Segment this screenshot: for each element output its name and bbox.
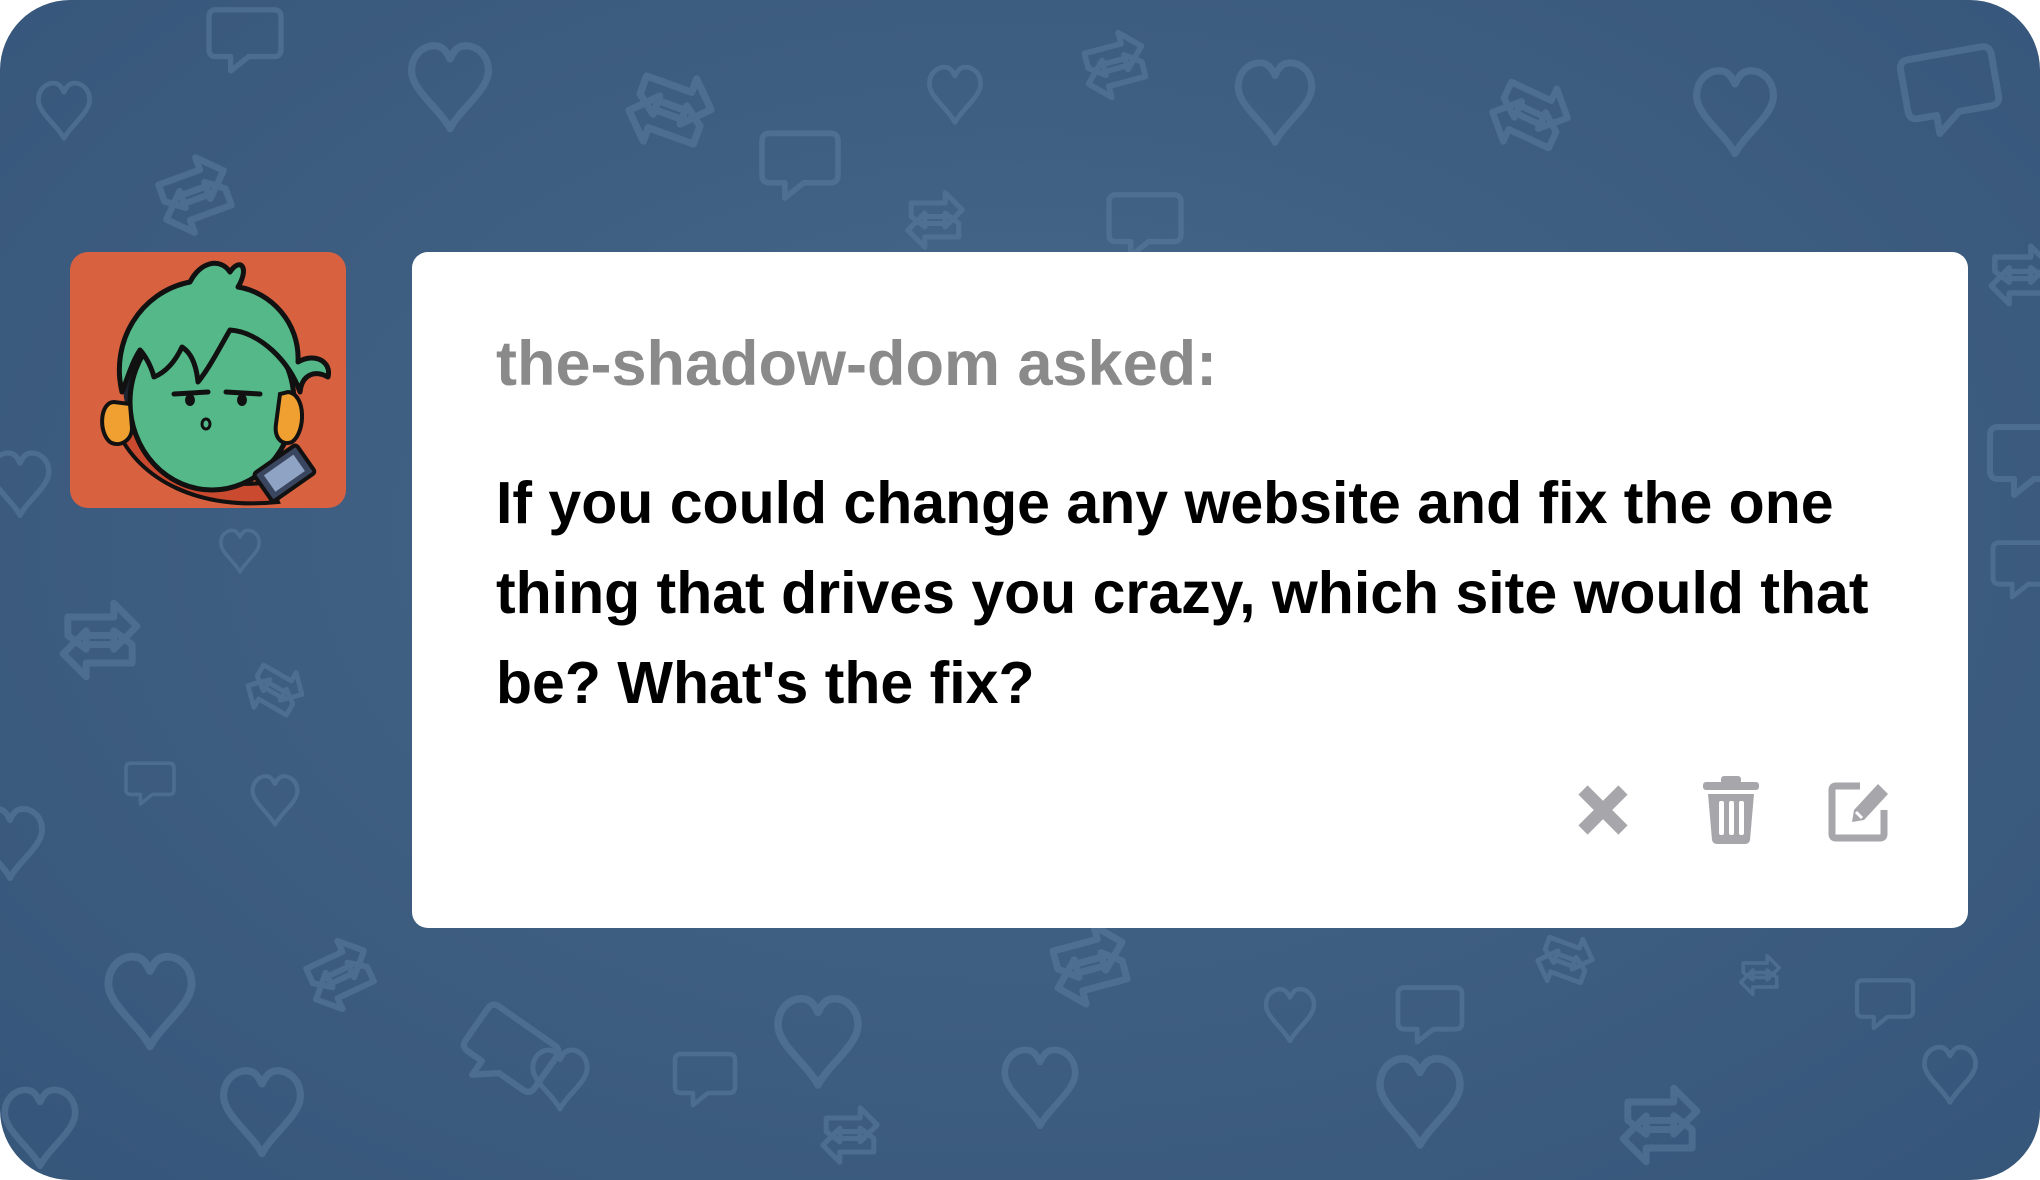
edit-icon — [1828, 782, 1888, 842]
edit-button[interactable] — [1826, 774, 1892, 846]
delete-button[interactable] — [1698, 774, 1764, 846]
trash-icon — [1703, 776, 1759, 844]
avatar[interactable] — [70, 252, 346, 508]
ask-card: the-shadow-dom asked: If you could chang… — [412, 252, 1968, 928]
close-icon — [1578, 785, 1628, 835]
question-text: If you could change any website and fix … — [496, 470, 1869, 716]
close-button[interactable] — [1570, 774, 1636, 846]
ask-actions — [1570, 774, 1892, 846]
ask-panel-background: the-shadow-dom asked: If you could chang… — [0, 0, 2040, 1180]
asker-line[interactable]: the-shadow-dom asked: — [496, 328, 1217, 400]
cartoon-character-avatar-icon — [100, 260, 332, 506]
